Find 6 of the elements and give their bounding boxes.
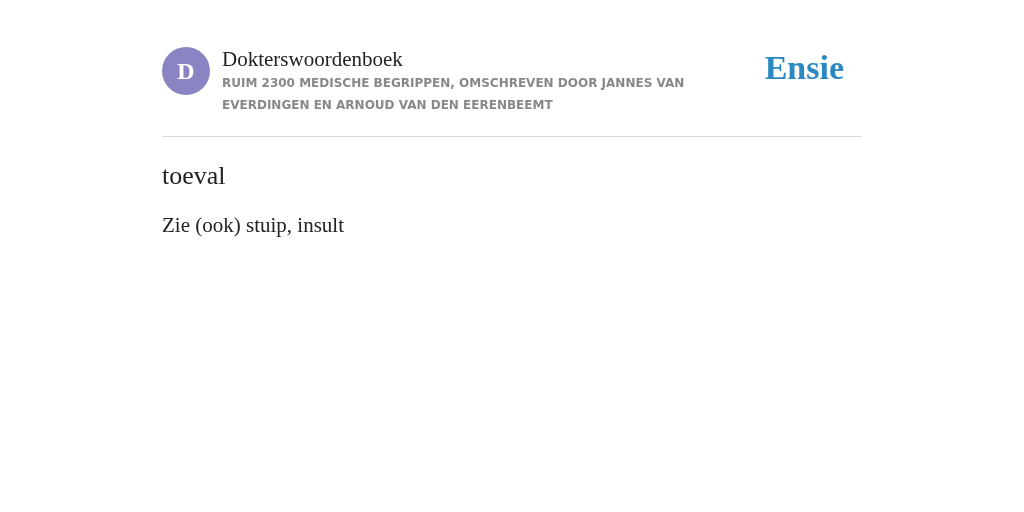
logo[interactable]: Ensie	[764, 49, 844, 87]
entry-definition: Zie (ook) stuip, insult	[162, 213, 345, 238]
dictionary-description: RUIM 2300 MEDISCHE BEGRIPPEN, OMSCHREVEN DOOR JANNES VAN EVERDINGEN EN ARNOUD VAN DEN EERENBEEMT	[222, 75, 686, 114]
avatar: D	[162, 47, 210, 95]
entry-term: toeval	[162, 161, 227, 191]
dictionary-title[interactable]: Dokterswoordenboek	[222, 47, 765, 71]
